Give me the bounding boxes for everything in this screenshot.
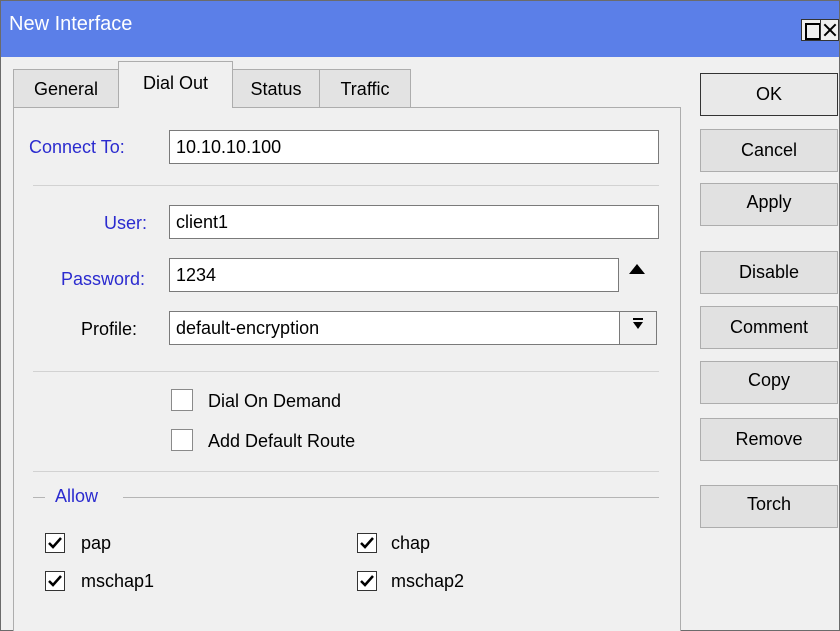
connect-to-label: Connect To:: [29, 137, 125, 157]
mschap1-label: mschap1: [81, 571, 155, 591]
caret-up-icon[interactable]: [629, 264, 645, 274]
title-bar[interactable]: New Interface: [1, 1, 839, 57]
mschap2-label: mschap2: [391, 571, 465, 591]
tab-general[interactable]: General: [13, 69, 119, 107]
user-label: User:: [104, 213, 148, 233]
cancel-button[interactable]: Cancel: [700, 129, 838, 172]
torch-button[interactable]: Torch: [700, 485, 838, 528]
mschap2-checkbox[interactable]: [357, 571, 377, 591]
checkmark-icon: [360, 575, 374, 587]
password-input[interactable]: 1234: [169, 258, 619, 292]
chap-checkbox[interactable]: [357, 533, 377, 553]
profile-label: Profile:: [81, 319, 138, 339]
checkmark-icon: [48, 537, 62, 549]
checkmark-icon: [48, 575, 62, 587]
comment-button[interactable]: Comment: [700, 306, 838, 349]
remove-button[interactable]: Remove: [700, 418, 838, 461]
window-title: New Interface: [9, 13, 133, 35]
close-icon[interactable]: [820, 19, 839, 41]
apply-button[interactable]: Apply: [700, 183, 838, 226]
dial-on-demand-checkbox[interactable]: [171, 389, 193, 411]
ok-button[interactable]: OK: [700, 73, 838, 116]
separator: [33, 185, 659, 186]
pap-label: pap: [81, 533, 112, 553]
profile-select[interactable]: default-encryption: [169, 311, 620, 345]
tab-status[interactable]: Status: [232, 69, 320, 107]
copy-button[interactable]: Copy: [700, 361, 838, 404]
dropdown-arrow-icon[interactable]: [619, 311, 657, 345]
tab-dial-out[interactable]: Dial Out: [118, 61, 233, 108]
add-default-route-label: Add Default Route: [208, 431, 356, 451]
pap-checkbox[interactable]: [45, 533, 65, 553]
add-default-route-checkbox[interactable]: [171, 429, 193, 451]
checkmark-icon: [360, 537, 374, 549]
disable-button[interactable]: Disable: [700, 251, 838, 294]
separator: [33, 471, 659, 472]
chap-label: chap: [391, 533, 431, 553]
connect-to-input[interactable]: 10.10.10.100: [169, 130, 659, 164]
group-border: [33, 497, 45, 498]
password-label: Password:: [61, 269, 146, 289]
user-input[interactable]: client1: [169, 205, 659, 239]
mschap1-checkbox[interactable]: [45, 571, 65, 591]
tab-traffic[interactable]: Traffic: [319, 69, 411, 107]
group-border: [123, 497, 659, 498]
maximize-icon[interactable]: [801, 19, 821, 41]
dial-on-demand-label: Dial On Demand: [208, 391, 342, 411]
separator: [33, 371, 659, 372]
allow-group-title: Allow: [55, 486, 99, 506]
new-interface-window: New Interface General Dial Out Status Tr…: [0, 0, 840, 631]
